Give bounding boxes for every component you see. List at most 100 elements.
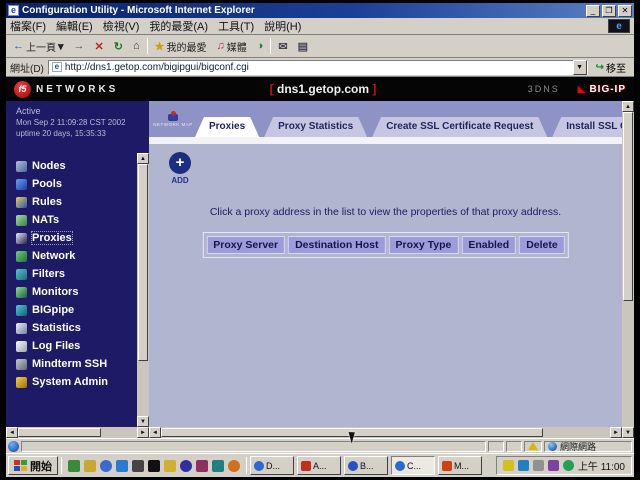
task-button-4[interactable]: C... <box>391 456 435 475</box>
sidebar-item-rules[interactable]: Rules <box>16 193 137 211</box>
tab-proxy-statistics[interactable]: Proxy Statistics <box>264 117 367 137</box>
f5-logo: f5 <box>14 81 31 98</box>
mindterm-ssh-icon <box>16 359 27 370</box>
scroll-right-icon[interactable]: ► <box>610 427 622 438</box>
task-window-icon <box>442 461 452 471</box>
quicklaunch-icon-6[interactable] <box>148 460 160 472</box>
nodes-icon <box>16 161 27 172</box>
column-delete[interactable]: Delete <box>519 236 565 254</box>
sidebar-item-nats[interactable]: NATs <box>16 211 137 229</box>
quicklaunch-icon-7[interactable] <box>164 460 176 472</box>
scroll-right-icon[interactable]: ► <box>137 427 149 438</box>
sidebar-item-filters[interactable]: Filters <box>16 265 137 283</box>
back-button[interactable]: ← 上一頁 ▾ <box>10 38 67 55</box>
scrollbar-thumb[interactable] <box>623 112 633 301</box>
scroll-up-icon[interactable]: ▲ <box>137 153 149 164</box>
forward-button[interactable]: → <box>71 39 88 53</box>
column-proxy-server[interactable]: Proxy Server <box>206 236 285 254</box>
scrollbar-thumb[interactable] <box>138 164 148 361</box>
stop-button[interactable]: ✕ <box>92 39 107 54</box>
address-field[interactable]: e ▼ <box>48 60 588 75</box>
menu-help[interactable]: 說明(H) <box>264 18 301 34</box>
quicklaunch-icon-10[interactable] <box>212 460 224 472</box>
tab-underline-band <box>149 137 622 144</box>
scroll-down-icon[interactable]: ▼ <box>137 416 149 427</box>
menu-tools[interactable]: 工具(T) <box>218 18 254 34</box>
mail-icon: ✉ <box>278 40 287 53</box>
menu-view[interactable]: 檢視(V) <box>103 18 140 34</box>
quicklaunch-icon-11[interactable] <box>228 460 240 472</box>
tray-icon-3[interactable] <box>533 460 544 471</box>
quicklaunch-icon-2[interactable] <box>84 460 96 472</box>
maximize-button[interactable]: ❐ <box>602 5 616 17</box>
quicklaunch-icon-3[interactable] <box>100 460 112 472</box>
task-button-1[interactable]: D... <box>250 456 294 475</box>
scroll-left-icon[interactable]: ◄ <box>6 427 18 438</box>
back-dropdown-icon[interactable]: ▾ <box>58 40 64 53</box>
add-button[interactable]: + ADD <box>165 152 195 185</box>
quicklaunch-icon-8[interactable] <box>180 460 192 472</box>
menu-edit[interactable]: 編輯(E) <box>56 18 93 34</box>
history-button[interactable]: ◑ <box>254 39 267 53</box>
sidebar-item-mindterm-ssh[interactable]: Mindterm SSH <box>16 355 137 373</box>
hostname-display: [ dns1.getop.com ] <box>118 82 527 96</box>
sidebar-item-system-admin[interactable]: System Admin <box>16 373 137 391</box>
tab-proxies[interactable]: Proxies <box>195 117 259 137</box>
close-button[interactable]: ✕ <box>618 5 632 17</box>
sidebar-vertical-scrollbar[interactable]: ▲ ▼ <box>137 153 149 427</box>
add-plus-icon[interactable]: + <box>169 152 191 174</box>
sidebar-item-statistics[interactable]: Statistics <box>16 319 137 337</box>
tray-icon-5[interactable] <box>563 460 574 471</box>
sidebar-item-monitors[interactable]: Monitors <box>16 283 137 301</box>
tray-icon-2[interactable] <box>518 460 529 471</box>
favorites-button[interactable]: ★ 我的最愛 <box>152 38 210 55</box>
print-button[interactable]: ▤ <box>295 39 311 54</box>
scroll-left-icon[interactable]: ◄ <box>149 427 161 438</box>
column-proxy-type[interactable]: Proxy Type <box>389 236 459 254</box>
menu-file[interactable]: 檔案(F) <box>10 18 46 34</box>
tab-create-ssl-certificate-request[interactable]: Create SSL Certificate Request <box>372 117 547 137</box>
sidebar-item-nodes[interactable]: Nodes <box>16 157 137 175</box>
taskbar-separator <box>246 457 247 474</box>
sidebar-item-log-files[interactable]: Log Files <box>16 337 137 355</box>
refresh-button[interactable]: ↻ <box>111 39 126 54</box>
minimize-button[interactable]: _ <box>586 5 600 17</box>
sidebar-item-bigpipe[interactable]: BIGpipe <box>16 301 137 319</box>
column-destination-host[interactable]: Destination Host <box>288 236 385 254</box>
main-horizontal-scrollbar[interactable]: ◄ ► <box>149 427 622 438</box>
main-column: NETWORK MAP Proxies Proxy Statistics Cre… <box>149 101 622 438</box>
task-button-5[interactable]: M... <box>438 456 482 475</box>
address-dropdown-icon[interactable]: ▼ <box>573 60 587 75</box>
quicklaunch-icon-1[interactable] <box>68 460 80 472</box>
network-map-block[interactable]: NETWORK MAP <box>151 101 195 137</box>
tray-icon-1[interactable] <box>503 460 514 471</box>
home-button[interactable]: ⌂ <box>130 39 143 53</box>
scrollbar-thumb[interactable] <box>18 428 101 437</box>
media-button[interactable]: ♫ 媒體 <box>214 38 250 55</box>
quicklaunch-icon-4[interactable] <box>116 460 128 472</box>
go-button[interactable]: ↪ 移至 <box>592 60 630 75</box>
menu-bar: 檔案(F) 編輯(E) 檢視(V) 我的最愛(A) 工具(T) 說明(H) e <box>6 18 634 35</box>
menu-favorites[interactable]: 我的最愛(A) <box>149 18 208 34</box>
sidebar-item-pools[interactable]: Pools <box>16 175 137 193</box>
go-label: 移至 <box>606 60 626 75</box>
address-input[interactable] <box>65 62 573 73</box>
sidebar-item-proxies[interactable]: Proxies <box>16 229 137 247</box>
quicklaunch-icon-9[interactable] <box>196 460 208 472</box>
tab-install-ssl-certificate[interactable]: Install SSL Certifi <box>552 117 622 137</box>
task-button-2[interactable]: A... <box>297 456 341 475</box>
mail-button[interactable]: ✉ <box>275 39 290 54</box>
task-button-3[interactable]: B... <box>344 456 388 475</box>
tab-strip: NETWORK MAP Proxies Proxy Statistics Cre… <box>149 101 622 137</box>
window-titlebar[interactable]: e Configuration Utility - Microsoft Inte… <box>6 3 634 18</box>
sidebar-horizontal-scrollbar[interactable]: ◄ ► <box>6 427 149 438</box>
column-enabled[interactable]: Enabled <box>461 236 516 254</box>
scroll-up-icon[interactable]: ▲ <box>622 101 634 112</box>
tray-icon-4[interactable] <box>548 460 559 471</box>
main-vertical-scrollbar[interactable]: ▲ ▼ <box>622 101 634 438</box>
scroll-down-icon[interactable]: ▼ <box>622 427 634 438</box>
quicklaunch-icon-5[interactable] <box>132 460 144 472</box>
window-title: Configuration Utility - Microsoft Intern… <box>22 5 584 16</box>
start-button[interactable]: 開始 <box>8 456 58 475</box>
sidebar-item-network[interactable]: Network <box>16 247 137 265</box>
